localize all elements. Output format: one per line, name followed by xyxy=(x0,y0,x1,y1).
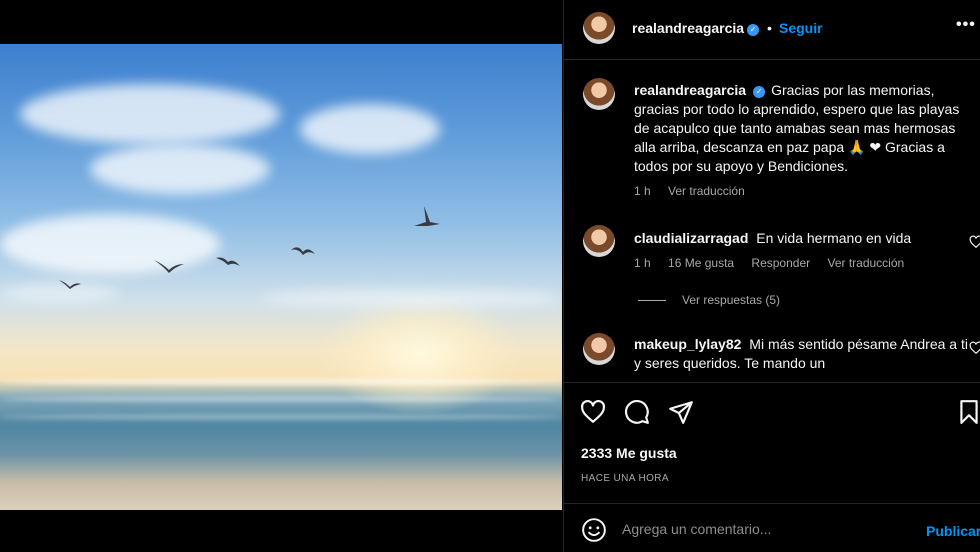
comment-text: En vida hermano en vida xyxy=(756,230,912,246)
caption-meta: 1 h Ver traducción xyxy=(634,184,759,198)
see-translation-link[interactable]: Ver traducción xyxy=(827,256,904,270)
view-replies-label[interactable]: Ver respuestas (5) xyxy=(682,293,780,307)
comment-time: 1 h xyxy=(634,256,651,270)
wave xyxy=(0,396,562,402)
separator-dot: • xyxy=(767,20,772,36)
avatar[interactable] xyxy=(583,78,615,110)
avatar[interactable] xyxy=(583,12,615,44)
post-media-pane xyxy=(0,0,562,552)
like-comment-icon[interactable] xyxy=(969,235,980,249)
emoji-icon[interactable] xyxy=(581,517,607,543)
seagull-icon xyxy=(414,206,440,226)
post-author-username[interactable]: realandreagarcia ✓ xyxy=(632,20,760,36)
post-actions: 2333 Me gusta HACE UNA HORA xyxy=(564,382,980,502)
replies-divider-line xyxy=(638,300,666,302)
comments-list[interactable]: realandreagarcia ✓ Gracias por las memoria… xyxy=(564,61,980,381)
like-comment-icon[interactable] xyxy=(969,341,980,355)
heart-icon[interactable] xyxy=(580,399,606,425)
view-replies-button[interactable]: Ver respuestas (5) xyxy=(638,293,780,307)
reply-button[interactable]: Responder xyxy=(751,256,810,270)
comment-bubble-icon[interactable] xyxy=(624,399,650,425)
more-options-icon[interactable]: ••• xyxy=(956,16,976,34)
post-timestamp: HACE UNA HORA xyxy=(581,473,669,484)
wave xyxy=(0,379,562,385)
comment-like-count[interactable]: 16 Me gusta xyxy=(668,256,734,270)
like-count[interactable]: 2333 Me gusta xyxy=(581,445,677,461)
verified-badge-icon: ✓ xyxy=(753,86,766,98)
caption-username[interactable]: realandreagarcia xyxy=(634,82,746,98)
seagull-icon xyxy=(216,257,240,266)
cloud xyxy=(300,104,440,154)
comment-input[interactable] xyxy=(622,519,912,539)
caption-text-block: realandreagarcia ✓ Gracias por las memoria… xyxy=(634,81,974,176)
verified-badge-icon: ✓ xyxy=(747,24,760,36)
see-translation-link[interactable]: Ver traducción xyxy=(668,184,745,198)
share-paper-plane-icon[interactable] xyxy=(668,399,694,425)
comment-text-block: claudializarragad En vida hermano en vid… xyxy=(634,229,974,248)
cloud xyxy=(0,214,220,274)
post-photo[interactable] xyxy=(0,44,562,510)
follow-button[interactable]: Seguir xyxy=(779,20,823,36)
seagull-icon xyxy=(59,280,81,289)
caption-time: 1 h xyxy=(634,184,651,198)
avatar[interactable] xyxy=(583,333,615,365)
comment-username[interactable]: claudializarragad xyxy=(634,230,748,246)
cloud xyxy=(260,289,560,307)
comment-text-block: makeup_lylay82 Mi más sentido pésame And… xyxy=(634,335,974,373)
post-side-panel: realandreagarcia ✓ • Seguir ••• realandre… xyxy=(563,0,980,552)
seagull-icon xyxy=(154,260,184,273)
username-text[interactable]: realandreagarcia xyxy=(632,20,744,36)
post-header: realandreagarcia ✓ • Seguir ••• xyxy=(564,0,980,60)
cloud xyxy=(20,84,280,144)
cloud xyxy=(90,144,270,194)
seagull-icon xyxy=(291,247,315,255)
comment-meta: 1 h 16 Me gusta Responder Ver traducción xyxy=(634,256,918,270)
publish-button[interactable]: Publicar xyxy=(926,523,980,539)
avatar[interactable] xyxy=(583,225,615,257)
comment-composer: Publicar xyxy=(564,503,980,552)
wave xyxy=(0,414,562,420)
bookmark-icon[interactable] xyxy=(956,399,980,425)
comment-username[interactable]: makeup_lylay82 xyxy=(634,336,741,352)
